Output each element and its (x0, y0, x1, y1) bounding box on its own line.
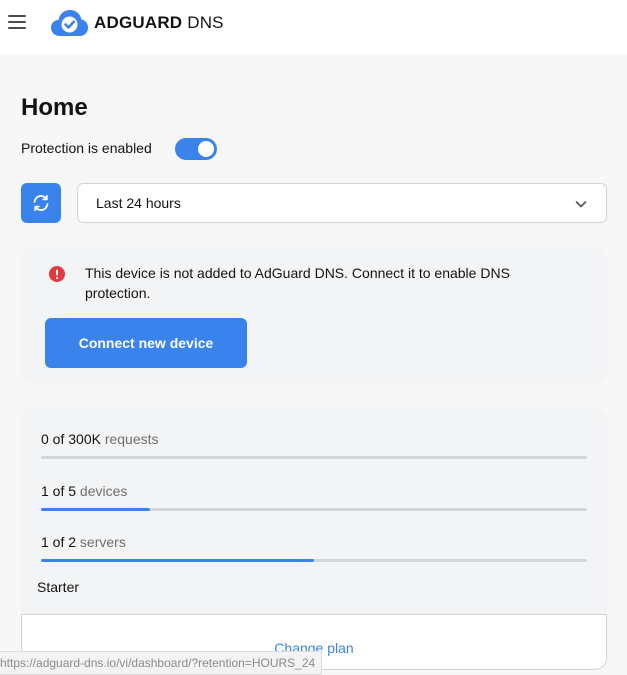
servers-count: 1 of 2 (41, 534, 77, 550)
toggle-knob (198, 141, 214, 157)
plan-name: Starter (37, 579, 80, 595)
logo-text-bold: ADGUARD (94, 13, 183, 32)
refresh-button[interactable] (21, 183, 61, 223)
servers-progress-bar (41, 559, 587, 562)
requests-count: 0 of 300K (41, 431, 101, 447)
devices-progress-fill (41, 508, 151, 511)
requests-usage-label: 0 of 300K requests (41, 431, 587, 447)
devices-count: 1 of 5 (41, 483, 77, 499)
requests-usage: 0 of 300K requests (41, 431, 587, 459)
adguard-cloud-check-icon (51, 10, 88, 36)
warning-message: This device is not added to AdGuard DNS.… (85, 265, 510, 301)
top-header: ADGUARD DNS (0, 0, 627, 55)
servers-unit: servers (76, 534, 126, 550)
protection-status-label: Protection is enabled (21, 140, 152, 156)
page-title: Home (21, 94, 88, 121)
requests-unit: requests (100, 431, 159, 447)
refresh-icon (33, 194, 49, 212)
logo-text-light: DNS (182, 13, 224, 32)
servers-usage-label: 1 of 2 servers (41, 534, 587, 550)
chevron-down-icon (575, 201, 587, 208)
status-bar-url: https://adguard-dns.io/vi/dashboard/?ret… (0, 651, 323, 675)
devices-usage-label: 1 of 5 devices (41, 483, 587, 499)
hamburger-menu-icon[interactable] (8, 14, 28, 30)
devices-progress-bar (41, 508, 587, 511)
time-period-value: Last 24 hours (96, 195, 181, 211)
plan-usage-card: 0 of 300K requests 1 of 5 devices 1 of 2… (21, 408, 607, 670)
logo-wordmark: ADGUARD DNS (94, 13, 224, 33)
devices-usage: 1 of 5 devices (41, 483, 587, 511)
devices-unit: devices (76, 483, 128, 499)
device-not-added-card: This device is not added to AdGuard DNS.… (21, 247, 607, 383)
alert-circle-icon (49, 266, 65, 282)
adguard-logo[interactable]: ADGUARD DNS (51, 8, 224, 38)
servers-usage: 1 of 2 servers (41, 534, 587, 562)
requests-progress-bar (41, 456, 587, 459)
time-period-select[interactable]: Last 24 hours (77, 183, 607, 223)
connect-new-device-button[interactable]: Connect new device (45, 318, 247, 368)
servers-progress-fill (41, 559, 314, 562)
protection-toggle[interactable] (175, 138, 217, 160)
